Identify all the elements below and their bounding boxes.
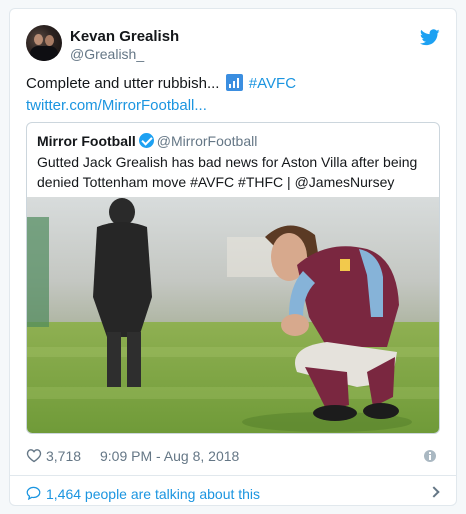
avatar[interactable] [26,25,62,61]
url-link[interactable]: twitter.com/MirrorFootball... [26,97,207,114]
quoted-tweet-header: Mirror Football @MirrorFootball [37,132,257,150]
hashtag-link[interactable]: #AVFC [249,75,296,92]
embedded-tweet-card: Kevan Grealish @Grealish_ Complete and u… [9,8,457,506]
chevron-right-icon[interactable] [428,486,440,498]
verified-badge-icon [138,133,154,148]
tweet-header: Kevan Grealish @Grealish_ [26,25,440,65]
author-handle[interactable]: @Grealish_ [70,46,144,62]
tweet-body: Complete and utter rubbish... [26,75,220,92]
divider [10,475,456,476]
quoted-author-name[interactable]: Mirror Football [37,133,136,149]
conversation-label[interactable]: 1,464 people are talking about this [46,486,260,502]
chart-icon [225,74,243,91]
timestamp[interactable]: 9:09 PM - Aug 8, 2018 [100,448,239,464]
heart-icon[interactable] [26,448,42,463]
quoted-tweet-photo[interactable] [27,197,440,434]
tweet-meta: 3,718 9:09 PM - Aug 8, 2018 [26,446,440,466]
quoted-author-handle[interactable]: @MirrorFootball [157,133,258,149]
quoted-tweet[interactable]: Mirror Football @MirrorFootball Gutted Ja… [26,122,440,434]
author-name[interactable]: Kevan Grealish [70,28,179,45]
speech-bubble-icon [26,486,41,500]
twitter-bird-icon[interactable] [420,29,440,46]
info-icon[interactable] [424,450,436,462]
conversation-link[interactable]: 1,464 people are talking about this [26,483,440,505]
like-count[interactable]: 3,718 [46,448,81,464]
tweet-text: Complete and utter rubbish... #AVFC twit… [26,73,436,117]
